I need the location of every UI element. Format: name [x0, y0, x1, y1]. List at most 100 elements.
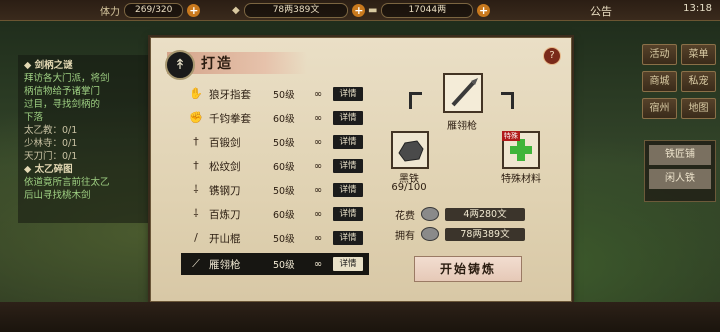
- recipe-level: 50级: [273, 138, 295, 149]
- owned-row: 拥有 78两389文: [395, 226, 535, 242]
- material-count: 69/100: [391, 182, 427, 193]
- sword-icon: †: [193, 159, 199, 172]
- quest-desc-line: 过目，寻找剑柄的: [24, 99, 101, 110]
- recipe-limit: ∞: [313, 88, 323, 100]
- blade-icon: ⸸: [193, 183, 199, 196]
- shop-button[interactable]: 商城: [642, 71, 677, 92]
- location-button[interactable]: 宿州: [642, 98, 677, 119]
- product-name: 雁翎枪: [447, 121, 477, 132]
- owned-label: 拥有: [395, 230, 415, 242]
- detail-button[interactable]: 详情: [333, 135, 363, 149]
- detail-button[interactable]: 详情: [333, 87, 363, 101]
- notice-button[interactable]: 公告: [590, 3, 612, 19]
- recipe-name: 千钧拳套: [209, 112, 251, 125]
- recipe-level: 50级: [273, 234, 295, 245]
- recipe-limit: ∞: [313, 232, 323, 244]
- recipe-level: 60级: [273, 210, 295, 221]
- quest-progress: 少林寺：0/1: [24, 138, 78, 149]
- recipe-row[interactable]: ⸸ 镌钢刀 50级 ∞ 详情: [181, 179, 369, 201]
- quest-desc-line: 后山寻找桃木剑: [24, 190, 91, 201]
- cost-row: 花费 4两280文: [395, 206, 535, 222]
- spear-icon: [451, 78, 478, 107]
- recipe-row[interactable]: ⸸ 百炼刀 60级 ∞ 详情: [181, 203, 369, 225]
- recipe-level: 50级: [273, 186, 295, 197]
- product-slot[interactable]: [443, 73, 483, 113]
- detail-button[interactable]: 详情: [333, 207, 363, 221]
- recipe-level: 50级: [273, 260, 295, 271]
- clock: 13:18: [683, 3, 712, 14]
- special-material-label: 特殊材料: [501, 174, 541, 185]
- silver-add-button[interactable]: +: [352, 3, 366, 17]
- detail-button[interactable]: 详情: [333, 183, 363, 197]
- material-slot[interactable]: [391, 131, 429, 169]
- recipe-level: 50级: [273, 90, 295, 101]
- blade-icon: ⸸: [193, 207, 199, 220]
- recipe-name: 开山棍: [209, 232, 241, 245]
- spear-icon: ⟋: [192, 257, 200, 270]
- activity-button[interactable]: 活动: [642, 44, 677, 65]
- recipe-name: 百炼刀: [209, 208, 241, 221]
- forge-icon: ↟: [165, 50, 195, 80]
- copper-icon: ▬: [368, 4, 378, 16]
- detail-button[interactable]: 详情: [333, 159, 363, 173]
- copper-add-button[interactable]: +: [477, 3, 491, 17]
- quest-progress: 天刀门：0/1: [24, 151, 78, 162]
- npc-item[interactable]: 闲人铁: [649, 169, 711, 189]
- recipe-row[interactable]: † 松纹剑 60级 ∞ 详情: [181, 155, 369, 177]
- cost-value: 4两280文: [445, 207, 525, 221]
- recipe-row[interactable]: ✊ 千钧拳套 60级 ∞ 详情: [181, 107, 369, 129]
- recipe-name: 雁翎枪: [209, 258, 241, 271]
- forge-dialog: ↟ 打造 ? ✋ 狼牙指套 50级 ∞ 详情 ✊ 千钧拳套 60级 ∞ 详情 †…: [150, 37, 572, 302]
- dialog-title: 打造: [201, 56, 233, 72]
- merge-arrow-right-icon: [501, 92, 514, 109]
- sword-icon: †: [193, 135, 199, 148]
- stamina-group: 体力 269/320 +: [100, 2, 201, 18]
- npc-item[interactable]: 铁匠铺: [649, 145, 711, 165]
- recipe-row[interactable]: ✋ 狼牙指套 50级 ∞ 详情: [181, 83, 369, 105]
- recipe-limit: ∞: [313, 136, 323, 148]
- menu-button[interactable]: 菜单: [681, 44, 716, 65]
- recipe-limit: ∞: [313, 208, 323, 220]
- quest-desc-line: 依道竟所言前往太乙: [24, 177, 110, 188]
- recipe-row[interactable]: / 开山棍 50级 ∞ 详情: [181, 227, 369, 249]
- detail-button[interactable]: 详情: [333, 111, 363, 125]
- start-forging-button[interactable]: 开始铸炼: [414, 256, 522, 282]
- right-menu: 活动 菜单 商城 私宠 宿州 地图: [642, 44, 716, 125]
- quest-progress: 太乙教：0/1: [24, 125, 78, 136]
- recipe-name: 百锻剑: [209, 136, 241, 149]
- iron-ore-icon: [398, 140, 424, 162]
- merge-arrow-left-icon: [409, 92, 422, 109]
- stamina-label: 体力: [100, 6, 120, 18]
- recipe-level: 60级: [273, 162, 295, 173]
- quest-desc-line: 柄信物给予诸掌门: [24, 86, 101, 97]
- recipe-name: 狼牙指套: [209, 88, 251, 101]
- copper-value: 17044两: [381, 2, 474, 18]
- recipe-list: ✋ 狼牙指套 50级 ∞ 详情 ✊ 千钧拳套 60级 ∞ 详情 † 百锻剑 50…: [181, 83, 369, 283]
- recipe-level: 60级: [273, 114, 295, 125]
- quest-title-2: ◆ 太乙碎图: [24, 164, 73, 175]
- detail-button[interactable]: 详情: [333, 257, 363, 271]
- help-button[interactable]: ?: [543, 47, 561, 65]
- silver-value: 78两389文: [243, 2, 349, 18]
- copper-group: ▬ 17044两 +: [368, 2, 491, 18]
- recipe-name: 镌钢刀: [209, 184, 241, 197]
- recipe-row[interactable]: † 百锻剑 50级 ∞ 详情: [181, 131, 369, 153]
- staff-icon: /: [194, 231, 198, 244]
- top-resource-bar: 体力 269/320 + ◆ 78两389文 + ▬ 17044两 + 公告 1…: [0, 0, 720, 21]
- quest-title-1: ◆ 剑柄之谜: [24, 60, 73, 71]
- chat-button[interactable]: 私宠: [681, 71, 716, 92]
- recipe-row-selected[interactable]: ⟋ 雁翎枪 50级 ∞ 详情: [181, 253, 369, 275]
- coin-icon: [421, 207, 439, 221]
- detail-button[interactable]: 详情: [333, 231, 363, 245]
- stamina-value: 269/320: [124, 2, 184, 18]
- owned-value: 78两389文: [445, 227, 525, 241]
- bottom-bar: [0, 302, 720, 332]
- quest-panel[interactable]: ◆ 剑柄之谜 拜访各大门派，将剑 柄信物给予诸掌门 过目，寻找剑柄的 下落 太乙…: [18, 55, 160, 223]
- npc-list: 铁匠铺 闲人铁: [644, 140, 716, 202]
- special-material-slot[interactable]: 特殊: [502, 131, 540, 169]
- cost-label: 花费: [395, 210, 415, 222]
- recipe-limit: ∞: [313, 184, 323, 196]
- stamina-add-button[interactable]: +: [187, 3, 201, 17]
- silver-group: ◆ 78两389文 +: [232, 2, 366, 18]
- map-button[interactable]: 地图: [681, 98, 716, 119]
